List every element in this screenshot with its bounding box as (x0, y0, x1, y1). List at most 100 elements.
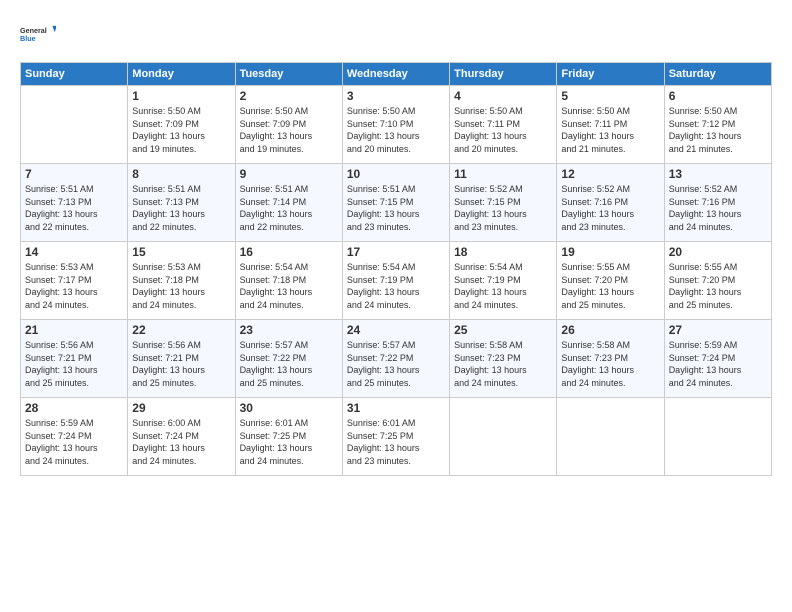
calendar-cell: 20Sunrise: 5:55 AMSunset: 7:20 PMDayligh… (664, 242, 771, 320)
calendar-cell: 24Sunrise: 5:57 AMSunset: 7:22 PMDayligh… (342, 320, 449, 398)
day-number: 11 (454, 167, 552, 181)
day-info: Sunrise: 6:01 AMSunset: 7:25 PMDaylight:… (347, 417, 445, 467)
day-number: 4 (454, 89, 552, 103)
day-number: 22 (132, 323, 230, 337)
header-thursday: Thursday (450, 63, 557, 86)
day-info: Sunrise: 5:52 AMSunset: 7:15 PMDaylight:… (454, 183, 552, 233)
day-info: Sunrise: 5:51 AMSunset: 7:13 PMDaylight:… (132, 183, 230, 233)
calendar-cell: 1Sunrise: 5:50 AMSunset: 7:09 PMDaylight… (128, 86, 235, 164)
day-number: 27 (669, 323, 767, 337)
day-info: Sunrise: 5:50 AMSunset: 7:12 PMDaylight:… (669, 105, 767, 155)
day-number: 23 (240, 323, 338, 337)
day-number: 2 (240, 89, 338, 103)
day-info: Sunrise: 5:54 AMSunset: 7:19 PMDaylight:… (347, 261, 445, 311)
day-info: Sunrise: 5:51 AMSunset: 7:14 PMDaylight:… (240, 183, 338, 233)
header-tuesday: Tuesday (235, 63, 342, 86)
calendar-cell (21, 86, 128, 164)
calendar-cell: 5Sunrise: 5:50 AMSunset: 7:11 PMDaylight… (557, 86, 664, 164)
day-number: 21 (25, 323, 123, 337)
calendar-cell: 15 Sunrise: 5:53 AMSunset: 7:18 PMDayligh… (128, 242, 235, 320)
calendar-week-row: 7 Sunrise: 5:51 AMSunset: 7:13 PMDaylight… (21, 164, 772, 242)
svg-text:Blue: Blue (20, 34, 36, 43)
day-number: 29 (132, 401, 230, 415)
header-monday: Monday (128, 63, 235, 86)
day-info: Sunrise: 6:00 AMSunset: 7:24 PMDaylight:… (132, 417, 230, 467)
day-number: 13 (669, 167, 767, 181)
calendar-cell: 19 Sunrise: 5:55 AMSunset: 7:20 PMDayligh… (557, 242, 664, 320)
svg-text:General: General (20, 26, 47, 35)
day-number: 12 (561, 167, 659, 181)
calendar-cell: 10 Sunrise: 5:51 AMSunset: 7:15 PMDayligh… (342, 164, 449, 242)
header-sunday: Sunday (21, 63, 128, 86)
calendar-week-row: 28Sunrise: 5:59 AMSunset: 7:24 PMDayligh… (21, 398, 772, 476)
calendar-cell (450, 398, 557, 476)
day-number: 15 (132, 245, 230, 259)
calendar-cell: 13 Sunrise: 5:52 AMSunset: 7:16 PMDayligh… (664, 164, 771, 242)
day-number: 18 (454, 245, 552, 259)
calendar-cell: 9 Sunrise: 5:51 AMSunset: 7:14 PMDaylight… (235, 164, 342, 242)
day-info: Sunrise: 5:59 AMSunset: 7:24 PMDaylight:… (669, 339, 767, 389)
day-info: Sunrise: 5:50 AMSunset: 7:09 PMDaylight:… (240, 105, 338, 155)
header-friday: Friday (557, 63, 664, 86)
calendar-cell: 6 Sunrise: 5:50 AMSunset: 7:12 PMDaylight… (664, 86, 771, 164)
day-number: 24 (347, 323, 445, 337)
calendar-cell: 11 Sunrise: 5:52 AMSunset: 7:15 PMDayligh… (450, 164, 557, 242)
calendar-cell: 21 Sunrise: 5:56 AMSunset: 7:21 PMDayligh… (21, 320, 128, 398)
calendar-cell (557, 398, 664, 476)
calendar-cell: 25Sunrise: 5:58 AMSunset: 7:23 PMDayligh… (450, 320, 557, 398)
logo: General Blue (20, 16, 56, 52)
day-number: 3 (347, 89, 445, 103)
day-info: Sunrise: 5:55 AMSunset: 7:20 PMDaylight:… (561, 261, 659, 311)
page-header: General Blue (20, 16, 772, 52)
calendar-cell: 31 Sunrise: 6:01 AMSunset: 7:25 PMDayligh… (342, 398, 449, 476)
calendar-week-row: 21 Sunrise: 5:56 AMSunset: 7:21 PMDayligh… (21, 320, 772, 398)
day-info: Sunrise: 5:51 AMSunset: 7:13 PMDaylight:… (25, 183, 123, 233)
day-info: Sunrise: 6:01 AMSunset: 7:25 PMDaylight:… (240, 417, 338, 467)
day-info: Sunrise: 5:54 AMSunset: 7:19 PMDaylight:… (454, 261, 552, 311)
day-number: 7 (25, 167, 123, 181)
calendar-cell: 16Sunrise: 5:54 AMSunset: 7:18 PMDayligh… (235, 242, 342, 320)
day-info: Sunrise: 5:52 AMSunset: 7:16 PMDaylight:… (561, 183, 659, 233)
day-number: 26 (561, 323, 659, 337)
calendar-cell: 22Sunrise: 5:56 AMSunset: 7:21 PMDayligh… (128, 320, 235, 398)
calendar-cell: 18 Sunrise: 5:54 AMSunset: 7:19 PMDayligh… (450, 242, 557, 320)
calendar-cell: 29 Sunrise: 6:00 AMSunset: 7:24 PMDayligh… (128, 398, 235, 476)
day-number: 19 (561, 245, 659, 259)
day-number: 25 (454, 323, 552, 337)
calendar-cell: 28Sunrise: 5:59 AMSunset: 7:24 PMDayligh… (21, 398, 128, 476)
calendar-cell: 7 Sunrise: 5:51 AMSunset: 7:13 PMDaylight… (21, 164, 128, 242)
day-number: 30 (240, 401, 338, 415)
calendar-table: SundayMondayTuesdayWednesdayThursdayFrid… (20, 62, 772, 476)
calendar-cell: 12 Sunrise: 5:52 AMSunset: 7:16 PMDayligh… (557, 164, 664, 242)
day-number: 16 (240, 245, 338, 259)
calendar-cell: 4Sunrise: 5:50 AMSunset: 7:11 PMDaylight… (450, 86, 557, 164)
day-number: 6 (669, 89, 767, 103)
logo-svg: General Blue (20, 16, 56, 52)
header-wednesday: Wednesday (342, 63, 449, 86)
calendar-week-row: 14Sunrise: 5:53 AMSunset: 7:17 PMDayligh… (21, 242, 772, 320)
calendar-cell: 23Sunrise: 5:57 AMSunset: 7:22 PMDayligh… (235, 320, 342, 398)
day-number: 9 (240, 167, 338, 181)
header-saturday: Saturday (664, 63, 771, 86)
calendar-cell: 2 Sunrise: 5:50 AMSunset: 7:09 PMDaylight… (235, 86, 342, 164)
day-info: Sunrise: 5:53 AMSunset: 7:18 PMDaylight:… (132, 261, 230, 311)
day-number: 31 (347, 401, 445, 415)
day-info: Sunrise: 5:50 AMSunset: 7:10 PMDaylight:… (347, 105, 445, 155)
day-info: Sunrise: 5:50 AMSunset: 7:11 PMDaylight:… (561, 105, 659, 155)
calendar-cell: 8Sunrise: 5:51 AMSunset: 7:13 PMDaylight… (128, 164, 235, 242)
calendar-cell: 17Sunrise: 5:54 AMSunset: 7:19 PMDayligh… (342, 242, 449, 320)
day-number: 1 (132, 89, 230, 103)
calendar-cell: 30 Sunrise: 6:01 AMSunset: 7:25 PMDayligh… (235, 398, 342, 476)
calendar-cell: 14Sunrise: 5:53 AMSunset: 7:17 PMDayligh… (21, 242, 128, 320)
day-info: Sunrise: 5:53 AMSunset: 7:17 PMDaylight:… (25, 261, 123, 311)
day-number: 28 (25, 401, 123, 415)
calendar-cell: 26Sunrise: 5:58 AMSunset: 7:23 PMDayligh… (557, 320, 664, 398)
calendar-cell: 27 Sunrise: 5:59 AMSunset: 7:24 PMDayligh… (664, 320, 771, 398)
day-number: 10 (347, 167, 445, 181)
day-info: Sunrise: 5:56 AMSunset: 7:21 PMDaylight:… (25, 339, 123, 389)
day-info: Sunrise: 5:51 AMSunset: 7:15 PMDaylight:… (347, 183, 445, 233)
calendar-cell (664, 398, 771, 476)
day-info: Sunrise: 5:52 AMSunset: 7:16 PMDaylight:… (669, 183, 767, 233)
calendar-cell: 3 Sunrise: 5:50 AMSunset: 7:10 PMDaylight… (342, 86, 449, 164)
day-number: 20 (669, 245, 767, 259)
